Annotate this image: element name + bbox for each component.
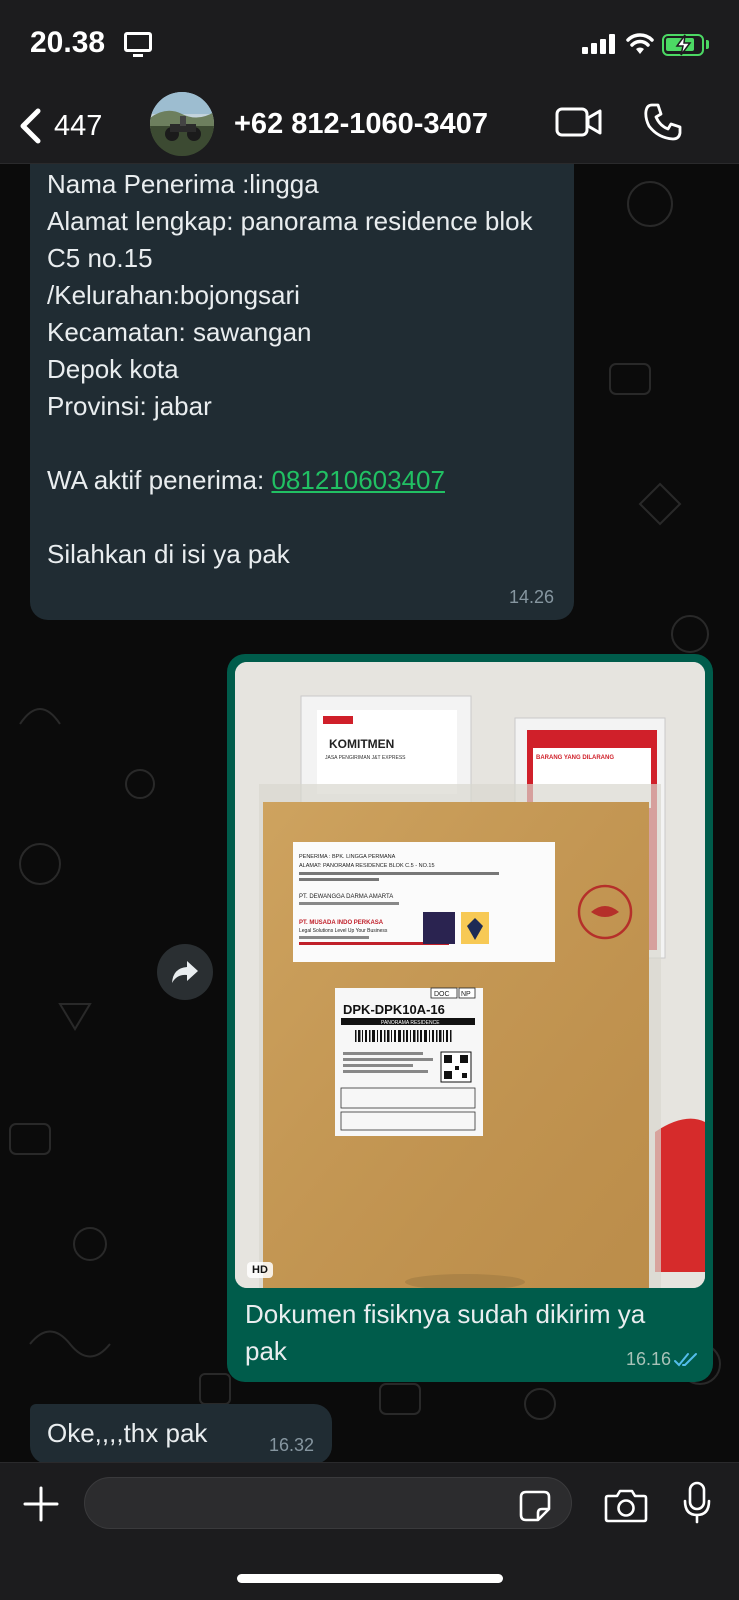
message-text: Oke,,,,thx pak bbox=[47, 1418, 208, 1448]
message-bubble-incoming[interactable]: Nama Penerima :lingga Alamat lengkap: pa… bbox=[30, 164, 574, 620]
waybill-np: NP bbox=[461, 991, 471, 998]
status-bar: 20.38 bbox=[0, 0, 739, 90]
waybill-doc: DOC bbox=[434, 991, 450, 998]
forward-arrow-icon bbox=[172, 961, 198, 983]
contact-name[interactable]: +62 812-1060-3407 bbox=[234, 108, 488, 141]
label-address: ALAMAT: PANORAMA RESIDENCE BLOK C.5 - NO… bbox=[299, 863, 435, 869]
poster-right-title: BARANG YANG DILARANG bbox=[536, 755, 614, 761]
waybill-route: PANORAMA RESIDENCE bbox=[381, 1020, 440, 1026]
poster-left-title: KOMITMEN bbox=[329, 737, 394, 751]
phone-call-icon[interactable] bbox=[643, 102, 683, 142]
message-time: 14.26 bbox=[508, 587, 554, 607]
plus-icon[interactable] bbox=[22, 1485, 60, 1523]
camera-icon[interactable] bbox=[604, 1487, 648, 1523]
contact-avatar[interactable] bbox=[150, 92, 214, 156]
screen-mirroring-icon bbox=[124, 32, 152, 57]
battery-tip bbox=[706, 40, 709, 49]
chat-header: 447 +62 812-1060-3407 bbox=[0, 90, 739, 164]
label-recipient: PENERIMA : BPK. LINGGA PERMANA bbox=[299, 854, 396, 860]
message-photo[interactable]: KOMITMEN JASA PENGIRIMAN J&T EXPRESS BAR… bbox=[235, 662, 705, 1288]
message-time: 16.16 bbox=[625, 1349, 671, 1369]
back-button[interactable]: 447 bbox=[18, 102, 102, 150]
label-sender: PT. MUSADA INDO PERKASA bbox=[299, 920, 384, 926]
message-caption: Dokumen fisiknya sudah dikirim ya pak bbox=[245, 1299, 646, 1366]
microphone-icon[interactable] bbox=[682, 1481, 712, 1525]
status-time: 20.38 bbox=[30, 26, 106, 59]
message-time: 16.32 bbox=[268, 1435, 314, 1455]
message-input[interactable] bbox=[84, 1477, 572, 1529]
message-bubble-outgoing[interactable]: KOMITMEN JASA PENGIRIMAN J&T EXPRESS BAR… bbox=[227, 654, 713, 1382]
chevron-left-icon bbox=[20, 108, 41, 144]
read-receipt-icon bbox=[674, 1353, 697, 1367]
unread-count: 447 bbox=[54, 109, 103, 142]
sticker-icon[interactable] bbox=[518, 1489, 552, 1523]
label-tagline: Legal Solutions Level Up Your Business bbox=[299, 928, 388, 934]
waybill-code: DPK-DPK10A-16 bbox=[343, 1002, 445, 1017]
chat-area[interactable]: Nama Penerima :lingga Alamat lengkap: pa… bbox=[0, 164, 739, 1462]
video-call-icon[interactable] bbox=[555, 106, 603, 138]
cellular-signal-icon bbox=[582, 34, 616, 54]
home-indicator[interactable] bbox=[237, 1574, 503, 1583]
phone-link[interactable]: 081210603407 bbox=[271, 465, 445, 495]
charging-bolt-icon bbox=[675, 34, 692, 56]
message-bubble-incoming[interactable]: Oke,,,,thx pak 16.32 bbox=[30, 1404, 332, 1462]
forward-button[interactable] bbox=[157, 944, 213, 1000]
label-company: PT. DEWANGGA DARMA AMARTA bbox=[299, 894, 393, 900]
poster-left-subtitle: JASA PENGIRIMAN J&T EXPRESS bbox=[325, 755, 406, 761]
wifi-icon bbox=[626, 33, 654, 54]
message-text: Nama Penerima :lingga Alamat lengkap: pa… bbox=[47, 169, 533, 569]
hd-badge: HD bbox=[247, 1262, 273, 1278]
